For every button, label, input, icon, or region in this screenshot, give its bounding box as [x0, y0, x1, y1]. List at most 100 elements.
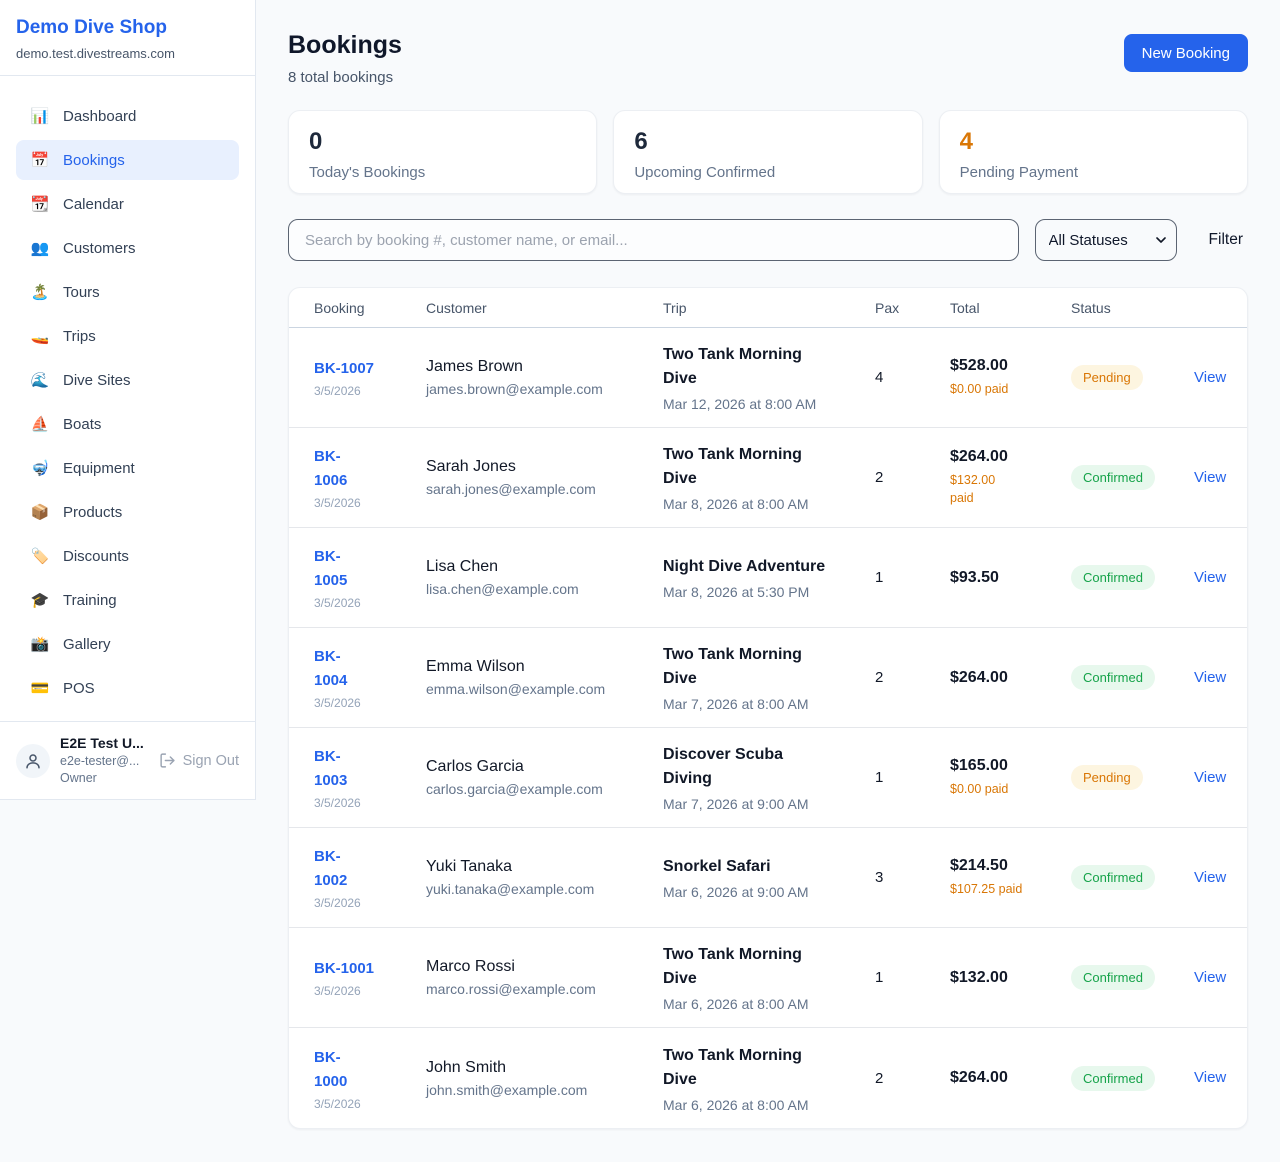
customer-name: Marco Rossi [426, 958, 663, 976]
sidebar-item-label: Dashboard [63, 108, 136, 125]
action-cell: View [1194, 869, 1247, 887]
sign-out-label: Sign Out [183, 753, 239, 769]
status-cell: Pending [1071, 765, 1194, 790]
sidebar-item-products[interactable]: 📦 Products [16, 492, 239, 532]
view-link[interactable]: View [1194, 569, 1226, 586]
booking-id-link[interactable]: BK-1007 [314, 357, 426, 381]
shop-name: Demo Dive Shop [16, 17, 239, 39]
trip-cell: Night Dive Adventure Mar 8, 2026 at 5:30… [663, 555, 875, 600]
column-header-trip: Trip [663, 300, 875, 316]
view-link[interactable]: View [1194, 969, 1226, 986]
booking-id-link[interactable]: BK- 1005 [314, 545, 426, 593]
trips-icon: 🚤 [30, 329, 50, 344]
table-row: BK- 1004 3/5/2026 Emma Wilson emma.wilso… [289, 628, 1247, 728]
trip-cell: Discover Scuba Diving Mar 7, 2026 at 9:0… [663, 743, 875, 812]
sidebar-item-customers[interactable]: 👥 Customers [16, 228, 239, 268]
filter-button[interactable]: Filter [1209, 231, 1243, 249]
customer-cell: Sarah Jones sarah.jones@example.com [426, 458, 663, 497]
customer-name: Carlos Garcia [426, 758, 663, 776]
view-link[interactable]: View [1194, 1069, 1226, 1086]
sidebar-item-label: Dive Sites [63, 372, 131, 389]
sidebar-item-training[interactable]: 🎓 Training [16, 580, 239, 620]
user-role: Owner [60, 770, 144, 787]
trip-datetime: Mar 8, 2026 at 5:30 PM [663, 584, 875, 600]
total-cell: $264.00 [950, 1069, 1071, 1087]
sidebar-item-dive-sites[interactable]: 🌊 Dive Sites [16, 360, 239, 400]
view-link[interactable]: View [1194, 669, 1226, 686]
sidebar-item-boats[interactable]: ⛵ Boats [16, 404, 239, 444]
equipment-icon: 🤿 [30, 461, 50, 476]
booking-date: 3/5/2026 [314, 1097, 426, 1111]
status-badge: Confirmed [1071, 965, 1155, 990]
status-cell: Pending [1071, 365, 1194, 390]
booking-id-link[interactable]: BK- 1000 [314, 1046, 426, 1094]
sidebar-item-trips[interactable]: 🚤 Trips [16, 316, 239, 356]
paid-amount: $132.00 paid [950, 471, 1071, 507]
status-filter-select[interactable]: All Statuses [1035, 219, 1177, 261]
booking-id-link[interactable]: BK-1001 [314, 957, 426, 981]
total-amount: $93.50 [950, 569, 1071, 587]
customer-email: carlos.garcia@example.com [426, 781, 663, 797]
customer-name: James Brown [426, 358, 663, 376]
stat-value: 4 [960, 128, 1227, 156]
search-input[interactable] [288, 219, 1019, 261]
sidebar-item-label: POS [63, 680, 95, 697]
filter-bar: All Statuses Filter [288, 219, 1248, 261]
customer-email: lisa.chen@example.com [426, 581, 663, 597]
action-cell: View [1194, 969, 1247, 987]
sidebar-item-bookings[interactable]: 📅 Bookings [16, 140, 239, 180]
sign-out-button[interactable]: Sign Out [159, 752, 239, 769]
pax-cell: 2 [875, 1070, 950, 1087]
paid-amount: $107.25 paid [950, 880, 1071, 898]
total-cell: $214.50 $107.25 paid [950, 857, 1071, 898]
view-link[interactable]: View [1194, 769, 1226, 786]
booking-id-link[interactable]: BK- 1004 [314, 645, 426, 693]
action-cell: View [1194, 569, 1247, 587]
sidebar-item-equipment[interactable]: 🤿 Equipment [16, 448, 239, 488]
view-link[interactable]: View [1194, 469, 1226, 486]
trip-name: Two Tank Morning Dive [663, 943, 875, 991]
table-row: BK- 1005 3/5/2026 Lisa Chen lisa.chen@ex… [289, 528, 1247, 628]
trip-datetime: Mar 6, 2026 at 8:00 AM [663, 996, 875, 1012]
page-title-block: Bookings 8 total bookings [288, 31, 402, 86]
sidebar-item-calendar[interactable]: 📆 Calendar [16, 184, 239, 224]
view-link[interactable]: View [1194, 869, 1226, 886]
customer-email: john.smith@example.com [426, 1082, 663, 1098]
booking-id-link[interactable]: BK- 1003 [314, 745, 426, 793]
table-row: BK- 1000 3/5/2026 John Smith john.smith@… [289, 1028, 1247, 1128]
view-link[interactable]: View [1194, 369, 1226, 386]
new-booking-button[interactable]: New Booking [1124, 34, 1248, 72]
booking-date: 3/5/2026 [314, 896, 426, 910]
trip-cell: Two Tank Morning Dive Mar 6, 2026 at 8:0… [663, 1044, 875, 1113]
customer-cell: John Smith john.smith@example.com [426, 1059, 663, 1098]
booking-date: 3/5/2026 [314, 384, 426, 398]
table-row: BK-1007 3/5/2026 James Brown james.brown… [289, 328, 1247, 428]
trip-datetime: Mar 7, 2026 at 9:00 AM [663, 796, 875, 812]
booking-id-link[interactable]: BK- 1002 [314, 845, 426, 893]
table-header-row: Booking Customer Trip Pax Total Status [289, 288, 1247, 328]
stat-label: Upcoming Confirmed [634, 164, 901, 181]
calendar-icon: 📆 [30, 197, 50, 212]
sidebar-item-dashboard[interactable]: 📊 Dashboard [16, 96, 239, 136]
sidebar-item-label: Tours [63, 284, 100, 301]
sidebar-item-label: Boats [63, 416, 101, 433]
booking-cell: BK-1001 3/5/2026 [314, 957, 426, 998]
trip-name: Two Tank Morning Dive [663, 643, 875, 691]
customer-email: james.brown@example.com [426, 381, 663, 397]
status-cell: Confirmed [1071, 465, 1194, 490]
sidebar-item-label: Training [63, 592, 117, 609]
main-content: Bookings 8 total bookings New Booking 0 … [256, 0, 1280, 1129]
dive-sites-icon: 🌊 [30, 373, 50, 388]
stats-cards: 0 Today's Bookings 6 Upcoming Confirmed … [288, 110, 1248, 194]
sidebar-item-gallery[interactable]: 📸 Gallery [16, 624, 239, 664]
total-cell: $93.50 [950, 569, 1071, 587]
sidebar-item-pos[interactable]: 💳 POS [16, 668, 239, 708]
user-icon [24, 752, 42, 770]
sidebar-item-label: Gallery [63, 636, 111, 653]
logout-icon [159, 752, 176, 769]
booking-id-link[interactable]: BK- 1006 [314, 445, 426, 493]
action-cell: View [1194, 1069, 1247, 1087]
sidebar-item-tours[interactable]: 🏝️ Tours [16, 272, 239, 312]
status-select-wrap: All Statuses [1035, 219, 1177, 261]
sidebar-item-discounts[interactable]: 🏷️ Discounts [16, 536, 239, 576]
